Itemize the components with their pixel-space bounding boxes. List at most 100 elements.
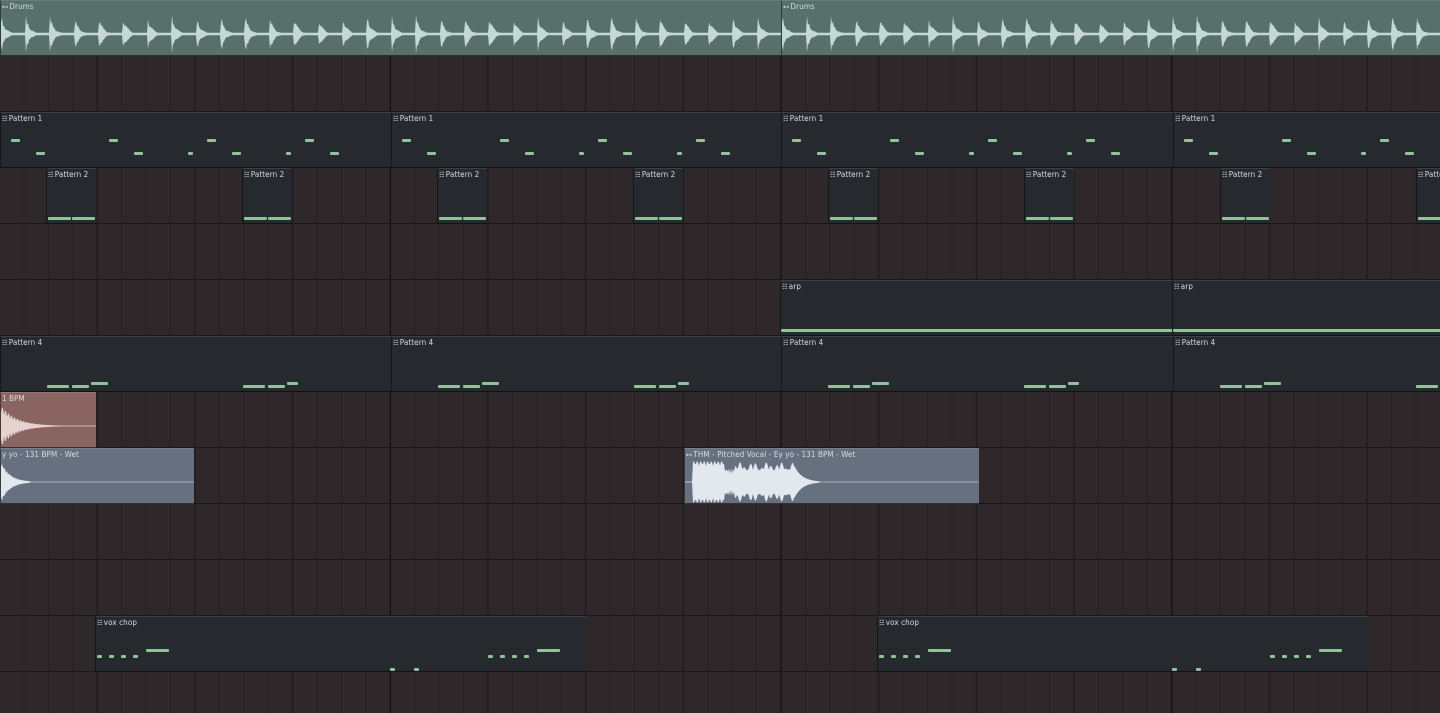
note [1264,382,1281,385]
note [969,152,974,155]
note [1111,152,1120,155]
note [872,382,889,385]
arp-clip[interactable]: ☷arp [1172,280,1440,336]
pattern-clip-icon: ☷ [2,115,8,123]
note [438,385,460,388]
track-lane-11[interactable] [0,560,1440,616]
note [1220,385,1242,388]
pattern-1-clip[interactable]: ☷Pattern 1 [1173,112,1440,168]
pattern-2-clip[interactable]: ☷Pattern 2 [633,168,683,224]
note [1416,385,1438,388]
perc-audio-clip[interactable]: 1 BPM [0,392,96,448]
note [598,139,607,142]
note [1196,668,1201,671]
drums-waveform [782,14,1440,54]
pattern-clip-icon: ☷ [635,171,641,179]
note [188,152,193,155]
audio-clip-icon: ⊷ [2,3,9,11]
track-lane-5[interactable] [0,224,1440,280]
pattern-2-clip-title: ☷Pattern 2 [1026,170,1067,179]
note [47,385,69,388]
track-lane-2[interactable] [0,56,1440,112]
note [634,385,656,388]
note [1282,139,1291,142]
pattern-2-clip-title: ☷Pattern 2 [635,170,676,179]
note [109,655,114,658]
note [207,139,216,142]
pattern-2-clip[interactable]: ☷Pattern 2 [46,168,96,224]
pattern-2-clip-title: ☷Pattern 2 [244,170,285,179]
pattern-clip-icon: ☷ [97,619,103,627]
pattern-4-clip[interactable]: ☷Pattern 4 [391,336,781,392]
note [1282,655,1287,658]
pattern-4-clip-title: ☷Pattern 4 [2,338,43,347]
note [1013,152,1022,155]
note [287,382,298,385]
note [1026,217,1049,220]
note [36,152,45,155]
vox-chop-clip[interactable]: ☷vox chop [95,616,586,672]
note [828,385,850,388]
note [830,217,853,220]
pattern-4-clip-title: ☷Pattern 4 [1175,338,1216,347]
pattern-1-clip-title: ☷Pattern 1 [783,114,824,123]
vox-chop-clip[interactable]: ☷vox chop [877,616,1368,672]
perc-waveform [1,407,96,445]
pattern-clip-icon: ☷ [2,339,8,347]
pattern-clip-icon: ☷ [782,283,788,291]
pattern-clip-icon: ☷ [244,171,250,179]
pattern-4-clip[interactable]: ☷Pattern 4 [0,336,391,392]
note [72,385,89,388]
drums-clip[interactable]: ⊷Drums [781,0,1440,56]
note [1086,139,1095,142]
pattern-2-clip-title: ☷Pattern 2 [830,170,871,179]
note [854,217,877,220]
track-lane-8[interactable] [0,392,1440,448]
note [928,649,951,652]
note [853,385,870,388]
pattern-2-clip[interactable]: ☷Pattern 2 [1416,168,1440,224]
pattern-1-clip[interactable]: ☷Pattern 1 [0,112,391,168]
audio-clip-icon: ⊷ [686,451,693,459]
note [133,655,138,658]
note [286,152,291,155]
pattern-2-clip[interactable]: ☷Pattern 2 [1220,168,1270,224]
pattern-4-clip[interactable]: ☷Pattern 4 [781,336,1173,392]
pattern-1-clip[interactable]: ☷Pattern 1 [391,112,781,168]
pattern-clip-icon: ☷ [1174,283,1180,291]
pattern-1-clip[interactable]: ☷Pattern 1 [781,112,1173,168]
note [1050,217,1073,220]
note [678,382,689,385]
vocal-audio-clip[interactable]: ⊷THM - Pitched Vocal - Ey yo - 131 BPM -… [684,448,979,504]
vox-chop-clip-title: ☷vox chop [879,618,919,627]
track-lane-13[interactable] [0,672,1440,713]
note [1245,385,1262,388]
vocal-waveform [1,463,194,501]
note [721,152,730,155]
note [524,655,529,658]
track-lane-10[interactable] [0,504,1440,560]
note [1209,152,1218,155]
pattern-clip-icon: ☷ [1175,339,1181,347]
pattern-2-clip[interactable]: ☷Pattern 2 [828,168,878,224]
playlist-grid[interactable]: ⊷Drums ⊷Drums ☷Pattern 1 ☷Pattern 1 ☷Pat… [0,0,1440,713]
arp-clip[interactable]: ☷arp [780,280,1172,336]
note [146,649,169,652]
note [1361,152,1366,155]
note [121,655,126,658]
note [91,382,108,385]
pattern-clip-icon: ☷ [1175,115,1181,123]
pattern-2-clip[interactable]: ☷Pattern 2 [1024,168,1074,224]
note [1067,152,1072,155]
pattern-2-clip[interactable]: ☷Pattern 2 [242,168,292,224]
note [537,649,560,652]
drums-clip[interactable]: ⊷Drums [0,0,781,56]
pattern-4-clip[interactable]: ☷Pattern 4 [1173,336,1440,392]
pattern-2-clip[interactable]: ☷Pattern 2 [437,168,487,224]
note [463,385,480,388]
pattern-clip-icon: ☷ [879,619,885,627]
note [1270,655,1275,658]
note [1307,152,1316,155]
vocal-audio-clip[interactable]: y yo - 131 BPM - Wet [0,448,194,504]
note [243,385,265,388]
